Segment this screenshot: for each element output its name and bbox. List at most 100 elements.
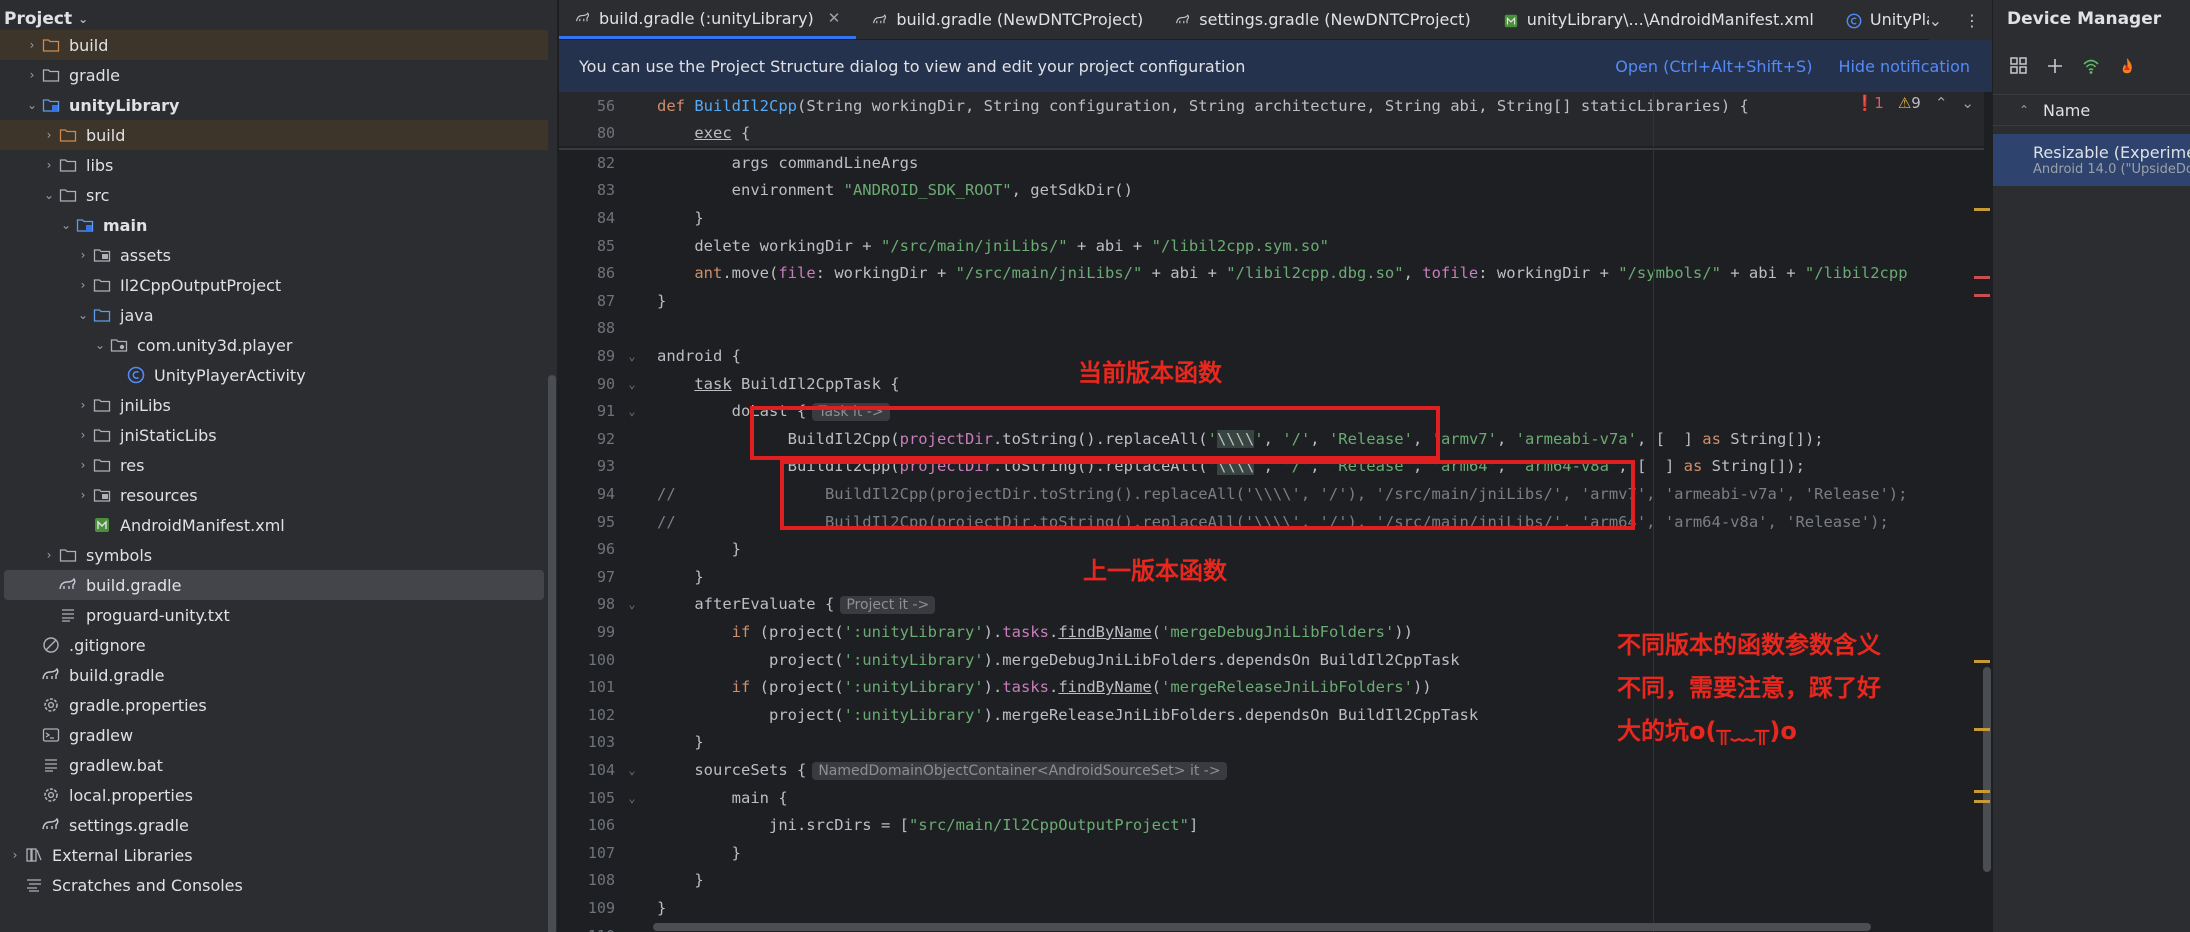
- code-line[interactable]: 98 ⌄ afterEvaluate {Project it ->: [559, 591, 1984, 618]
- tree-item-assets[interactable]: › assets: [0, 240, 548, 270]
- line-number[interactable]: 56: [559, 97, 615, 115]
- chevron-right-icon[interactable]: ›: [74, 398, 92, 412]
- error-stripe-mark[interactable]: [1974, 294, 1990, 297]
- chevron-right-icon[interactable]: ›: [74, 248, 92, 262]
- chevron-down-icon[interactable]: ⌄: [23, 98, 41, 112]
- fold-chevron-icon[interactable]: ⌄: [615, 597, 649, 611]
- line-number[interactable]: 97: [559, 568, 615, 586]
- warning-stripe-mark[interactable]: [1974, 790, 1990, 793]
- line-number[interactable]: 89: [559, 347, 615, 365]
- tree-item-resources[interactable]: › resources: [0, 480, 548, 510]
- chevron-right-icon[interactable]: ›: [74, 278, 92, 292]
- code-line[interactable]: 90 ⌄ task BuildIl2CppTask {: [559, 370, 1984, 397]
- code-line[interactable]: 87}: [559, 287, 1984, 314]
- tree-item-java[interactable]: ⌄ java: [0, 300, 548, 330]
- line-number[interactable]: 105: [559, 789, 615, 807]
- tree-item-gradlew-bat[interactable]: ›gradlew.bat: [0, 750, 548, 780]
- tree-item-unityplayeractivity[interactable]: ›UnityPlayerActivity: [0, 360, 548, 390]
- warning-stripe-mark[interactable]: [1974, 728, 1990, 731]
- project-scrollbar-thumb[interactable]: [548, 375, 556, 932]
- device-name-column-header[interactable]: ⌃ Name: [1993, 94, 2190, 126]
- chevron-right-icon[interactable]: ›: [74, 458, 92, 472]
- line-number[interactable]: 85: [559, 237, 615, 255]
- warning-stripe-mark[interactable]: [1974, 800, 1990, 803]
- code-line[interactable]: 83 environment "ANDROID_SDK_ROOT", getSd…: [559, 177, 1984, 204]
- fold-chevron-icon[interactable]: ⌄: [615, 791, 649, 805]
- inspection-widget[interactable]: ❗1 ⚠9 ⌃ ⌄: [1856, 94, 1974, 112]
- tab-list-chevron-icon[interactable]: ⌄: [1929, 11, 1942, 30]
- line-number[interactable]: 110: [559, 927, 615, 932]
- tree-item-scratches-and-consoles[interactable]: ›Scratches and Consoles: [0, 870, 548, 900]
- line-number[interactable]: 107: [559, 844, 615, 862]
- chevron-right-icon[interactable]: ›: [23, 68, 41, 82]
- code-line[interactable]: 106 jni.srcDirs = ["src/main/Il2CppOutpu…: [559, 812, 1984, 839]
- wifi-pairing-icon[interactable]: [2081, 56, 2101, 76]
- line-number[interactable]: 96: [559, 540, 615, 558]
- chevron-down-icon[interactable]: ⌄: [91, 338, 109, 352]
- code-line[interactable]: 85 delete workingDir + "/src/main/jniLib…: [559, 232, 1984, 259]
- line-number[interactable]: 84: [559, 209, 615, 227]
- tree-item-androidmanifest-xml[interactable]: ›AndroidManifest.xml: [0, 510, 548, 540]
- error-stripe-mark[interactable]: [1974, 276, 1990, 279]
- tree-item-settings-gradle[interactable]: ›settings.gradle: [0, 810, 548, 840]
- chevron-right-icon[interactable]: ›: [40, 548, 58, 562]
- tree-item--gitignore[interactable]: ›.gitignore: [0, 630, 548, 660]
- warning-stripe-mark[interactable]: [1974, 208, 1990, 211]
- code-line[interactable]: 108 }: [559, 867, 1984, 894]
- line-number[interactable]: 106: [559, 816, 615, 834]
- line-number[interactable]: 83: [559, 181, 615, 199]
- code-line[interactable]: 105 ⌄ main {: [559, 784, 1984, 811]
- code-line[interactable]: 86 ant.move(file: workingDir + "/src/mai…: [559, 260, 1984, 287]
- fold-chevron-icon[interactable]: ⌄: [615, 377, 649, 391]
- line-number[interactable]: 88: [559, 319, 615, 337]
- tree-item-main[interactable]: ⌄ main: [0, 210, 548, 240]
- line-number[interactable]: 87: [559, 292, 615, 310]
- line-number[interactable]: 109: [559, 899, 615, 917]
- error-count[interactable]: ❗1: [1856, 94, 1884, 112]
- line-number[interactable]: 95: [559, 513, 615, 531]
- tree-item-libs[interactable]: › libs: [0, 150, 548, 180]
- line-number[interactable]: 98: [559, 595, 615, 613]
- tree-item-external-libraries[interactable]: › External Libraries: [0, 840, 548, 870]
- line-number[interactable]: 108: [559, 871, 615, 889]
- tree-item-build[interactable]: › build: [0, 30, 548, 60]
- line-number[interactable]: 92: [559, 430, 615, 448]
- line-number[interactable]: 94: [559, 485, 615, 503]
- chevron-down-icon[interactable]: ⌄: [78, 12, 88, 26]
- chevron-right-icon[interactable]: ›: [74, 488, 92, 502]
- tree-item-build-gradle[interactable]: ›build.gradle: [0, 660, 548, 690]
- warning-stripe-mark[interactable]: [1974, 660, 1990, 663]
- tree-item-res[interactable]: › res: [0, 450, 548, 480]
- chevron-down-icon[interactable]: ⌄: [40, 188, 58, 202]
- editor-vscroll-thumb[interactable]: [1983, 667, 1991, 872]
- chevron-right-icon[interactable]: ›: [40, 158, 58, 172]
- fold-chevron-icon[interactable]: ⌄: [615, 349, 649, 363]
- chevron-right-icon[interactable]: ›: [23, 38, 41, 52]
- tree-item-src[interactable]: ⌄ src: [0, 180, 548, 210]
- device-row[interactable]: Resizable (Experimental) Android 14.0 ("…: [1993, 134, 2190, 186]
- more-options-icon[interactable]: ⋮: [1964, 11, 1980, 30]
- open-project-structure-link[interactable]: Open (Ctrl+Alt+Shift+S): [1615, 57, 1812, 76]
- tree-item-gradle[interactable]: › gradle: [0, 60, 548, 90]
- code-line[interactable]: 104 ⌄ sourceSets {NamedDomainObjectContai…: [559, 756, 1984, 783]
- editor-tab[interactable]: build.gradle (:unityLibrary) ✕: [559, 0, 857, 39]
- device-grid-icon[interactable]: [2009, 56, 2029, 76]
- tree-item-build-gradle[interactable]: ›build.gradle: [4, 570, 544, 600]
- editor-hscroll-thumb[interactable]: [653, 923, 1871, 931]
- previous-highlight-icon[interactable]: ⌃: [1935, 94, 1948, 112]
- tree-item-gradle-properties[interactable]: ›gradle.properties: [0, 690, 548, 720]
- project-scrollbar[interactable]: [548, 40, 556, 932]
- code-line[interactable]: 96 }: [559, 536, 1984, 563]
- code-line[interactable]: 89 ⌄ android {: [559, 342, 1984, 369]
- line-number[interactable]: 103: [559, 733, 615, 751]
- close-tab-icon[interactable]: ✕: [828, 9, 841, 27]
- line-number[interactable]: 100: [559, 651, 615, 669]
- code-line[interactable]: 109}: [559, 894, 1984, 921]
- chevron-down-icon[interactable]: ⌄: [74, 308, 92, 322]
- chevron-right-icon[interactable]: ›: [6, 848, 24, 862]
- chevron-right-icon[interactable]: ›: [74, 428, 92, 442]
- next-highlight-icon[interactable]: ⌄: [1961, 94, 1974, 112]
- editor-vertical-scrollbar[interactable]: [1982, 92, 1992, 932]
- tree-item-com-unity3d-player[interactable]: ⌄ com.unity3d.player: [0, 330, 548, 360]
- tree-item-local-properties[interactable]: ›local.properties: [0, 780, 548, 810]
